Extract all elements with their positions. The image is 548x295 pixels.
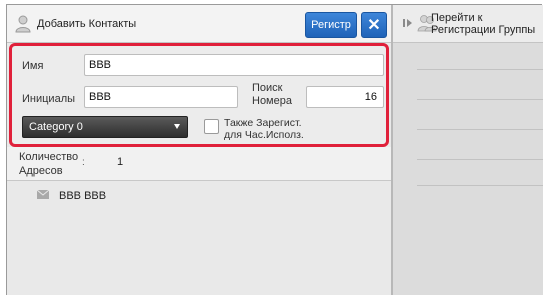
address-count-value: 1	[117, 156, 124, 168]
search-number-label: Поиск Номера	[252, 82, 292, 108]
address-count-label-line1: Количество	[19, 151, 79, 163]
also-register-line1: Также Зарегист.	[224, 117, 302, 129]
name-value: BBB	[89, 59, 112, 71]
chevron-down-icon	[174, 124, 180, 129]
app-window: Добавить Контакты Регистр ✕ Имя BBB Иниц…	[6, 4, 543, 295]
initials-field[interactable]: BBB	[84, 86, 238, 108]
goto-group-registration-label: Перейти к Регистрации Группы	[431, 12, 543, 36]
also-register-line2: для Час.Исполз.	[224, 129, 304, 141]
address-list: BBB BBB	[7, 181, 391, 295]
address-count-label: Количество Адресов	[19, 150, 81, 178]
person-add-icon	[15, 15, 31, 33]
also-register-label: Также Зарегист. для Час.Исполз.	[224, 117, 304, 141]
search-number-value: 16	[364, 91, 377, 103]
name-field[interactable]: BBB	[84, 54, 384, 76]
address-count-separator: :	[82, 157, 85, 168]
group-row-divider	[417, 185, 543, 186]
group-panel: Перейти к Регистрации Группы	[393, 5, 543, 295]
initials-value: BBB	[89, 91, 112, 103]
list-item-label: BBB BBB	[59, 190, 107, 202]
close-icon: ✕	[367, 17, 381, 34]
header-bar: Добавить Контакты Регистр ✕	[7, 5, 391, 43]
goto-group-line1: Перейти к	[431, 12, 483, 24]
group-row-divider	[417, 129, 543, 130]
name-label: Имя	[22, 60, 44, 72]
search-number-label-line1: Поиск	[252, 82, 283, 94]
search-number-label-line2: Номера	[252, 95, 292, 107]
group-row-divider	[417, 99, 543, 100]
contact-form: Имя BBB Инициалы BBB Поиск Номера 16 Cat…	[9, 43, 389, 147]
close-button[interactable]: ✕	[361, 12, 387, 38]
add-contact-panel: Добавить Контакты Регистр ✕ Имя BBB Иниц…	[7, 5, 391, 295]
play-icon	[403, 19, 412, 27]
register-button[interactable]: Регистр	[305, 12, 357, 38]
also-register-checkbox[interactable]	[204, 119, 219, 134]
group-row-divider	[417, 159, 543, 160]
mail-icon	[37, 190, 49, 199]
category-select[interactable]: Category 0	[22, 116, 188, 138]
search-number-field[interactable]: 16	[306, 86, 384, 108]
category-value: Category 0	[29, 121, 83, 133]
group-row-divider	[417, 69, 543, 70]
page-title: Добавить Контакты	[37, 18, 137, 30]
goto-group-registration[interactable]: Перейти к Регистрации Группы	[393, 5, 543, 43]
list-item[interactable]: BBB BBB	[7, 181, 391, 209]
initials-label: Инициалы	[22, 93, 76, 105]
address-count-row: Количество Адресов : 1	[7, 147, 391, 181]
goto-group-line2: Регистрации Группы	[431, 24, 536, 36]
address-count-label-line2: Адресов	[19, 165, 63, 177]
